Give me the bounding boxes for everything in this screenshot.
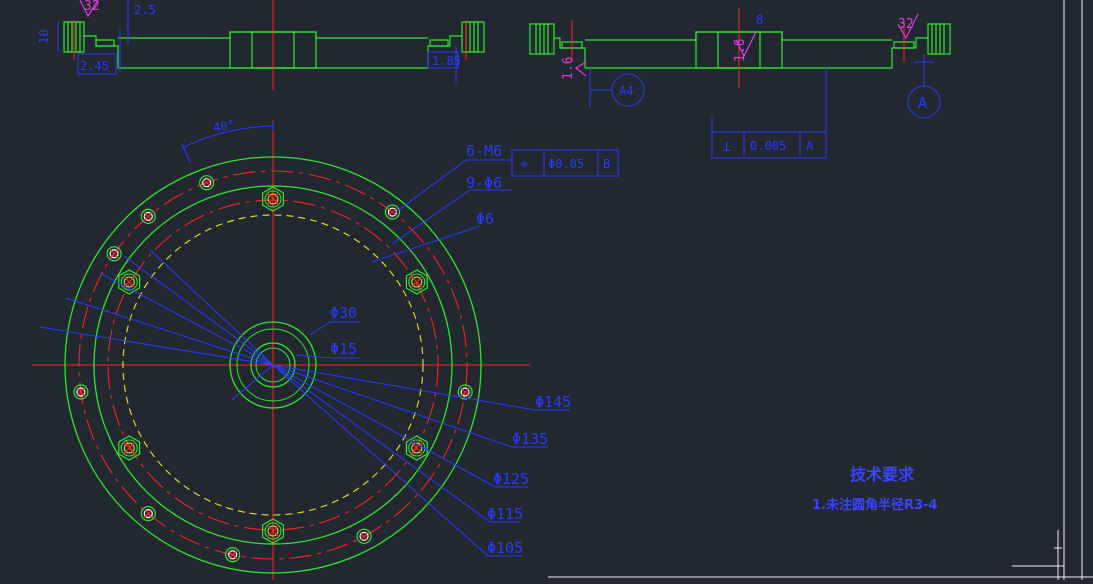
threaded-hole xyxy=(118,269,141,295)
outer-hole xyxy=(356,528,372,544)
d145-leader xyxy=(272,364,536,411)
tr-tol-datum: A xyxy=(806,139,814,153)
position-symbol: ⌖ xyxy=(520,155,529,173)
angle-arc-tick2 xyxy=(181,143,191,163)
tr-roughness-right-value: 32 xyxy=(898,17,914,32)
tl-left-pad xyxy=(95,39,115,47)
top-left-section-view xyxy=(63,21,485,69)
tr-left-flange-inner2 xyxy=(543,23,549,55)
tl-left-flange-inner2 xyxy=(75,21,81,53)
tl-right-flange-inner xyxy=(465,21,471,53)
d125-callout: Φ125 xyxy=(493,470,529,488)
cad-drawing: 10 2.5 2.45 1.85 32 1.6 8 1.6 32 A4 A ⊥ … xyxy=(32,0,1093,580)
d115-leader xyxy=(272,364,491,523)
d115-callout: Φ115 xyxy=(487,505,523,523)
outer-hole xyxy=(106,246,122,262)
tr-right-flange-inner2 xyxy=(939,23,945,55)
bore15-callout: Φ15 xyxy=(330,340,357,358)
tl-dim-right: 1.85 xyxy=(432,54,461,68)
bore30-callout: Φ30 xyxy=(330,304,357,322)
tr-tol-symbol: ⊥ xyxy=(722,137,731,155)
small-hole-callout: Φ6 xyxy=(476,210,494,228)
tl-dimensions xyxy=(57,0,459,82)
d135-leader xyxy=(272,364,513,448)
tl-dim-height: 10 xyxy=(37,30,51,44)
d105-leader xyxy=(272,364,489,557)
d145-callout: Φ145 xyxy=(535,393,571,411)
d105-callout: Φ105 xyxy=(487,539,523,557)
angle-label: 40° xyxy=(212,117,236,135)
threaded-hole xyxy=(118,435,141,461)
small-hole-leader xyxy=(371,225,481,263)
outer-hole xyxy=(384,204,401,220)
holes-callout: 9-Φ6 xyxy=(466,174,502,192)
tr-left-flange xyxy=(529,23,555,55)
tr-tol-value: 0.005 xyxy=(750,139,786,153)
outer-hole xyxy=(199,175,215,191)
tl-dim-chamfer: 2.45 xyxy=(80,59,109,73)
tl-right-flange xyxy=(461,21,485,53)
plan-view xyxy=(32,120,619,580)
d135-callout: Φ135 xyxy=(512,430,548,448)
tl-dim-gap: 2.5 xyxy=(134,3,156,17)
outer-hole xyxy=(73,384,89,400)
position-datum: B xyxy=(603,157,610,171)
tl-roughness-value: 32 xyxy=(84,0,100,14)
tr-roughness-left-value: 1.6 xyxy=(561,57,576,80)
threaded-hole xyxy=(405,269,428,295)
outer-hole xyxy=(140,208,156,224)
bore30-leader xyxy=(309,321,360,336)
threaded-hole xyxy=(262,186,284,212)
tr-datum-ref: A4 xyxy=(619,84,633,98)
tr-roughness-center-value: 1.6 xyxy=(733,39,748,62)
position-value: Φ0.05 xyxy=(548,157,584,171)
tr-right-flange-inner xyxy=(931,23,937,55)
thread-callout: 6-M6 xyxy=(466,142,502,160)
outer-hole xyxy=(225,547,241,563)
outer-hole xyxy=(140,506,156,522)
tr-left-flange-inner xyxy=(535,23,541,55)
tr-right-flange xyxy=(927,23,951,55)
d125-leader xyxy=(272,364,496,488)
tr-top-value: 8 xyxy=(756,13,763,27)
tech-notes-title: 技术要求 xyxy=(850,465,915,484)
tr-datum-a-label: A xyxy=(918,94,927,112)
drawing-canvas[interactable]: 10 2.5 2.45 1.85 32 1.6 8 1.6 32 A4 A ⊥ … xyxy=(0,0,1093,580)
tech-notes-line1: 1.未注圆角半径R3-4 xyxy=(812,497,937,513)
tl-left-flange-inner xyxy=(67,21,73,53)
plan-leaders xyxy=(39,122,619,557)
tl-right-flange-inner2 xyxy=(473,21,479,53)
tl-right-pad xyxy=(429,39,449,47)
threaded-hole xyxy=(262,518,284,544)
tl-centerlines xyxy=(73,0,467,90)
d115-leader-left xyxy=(123,255,274,366)
